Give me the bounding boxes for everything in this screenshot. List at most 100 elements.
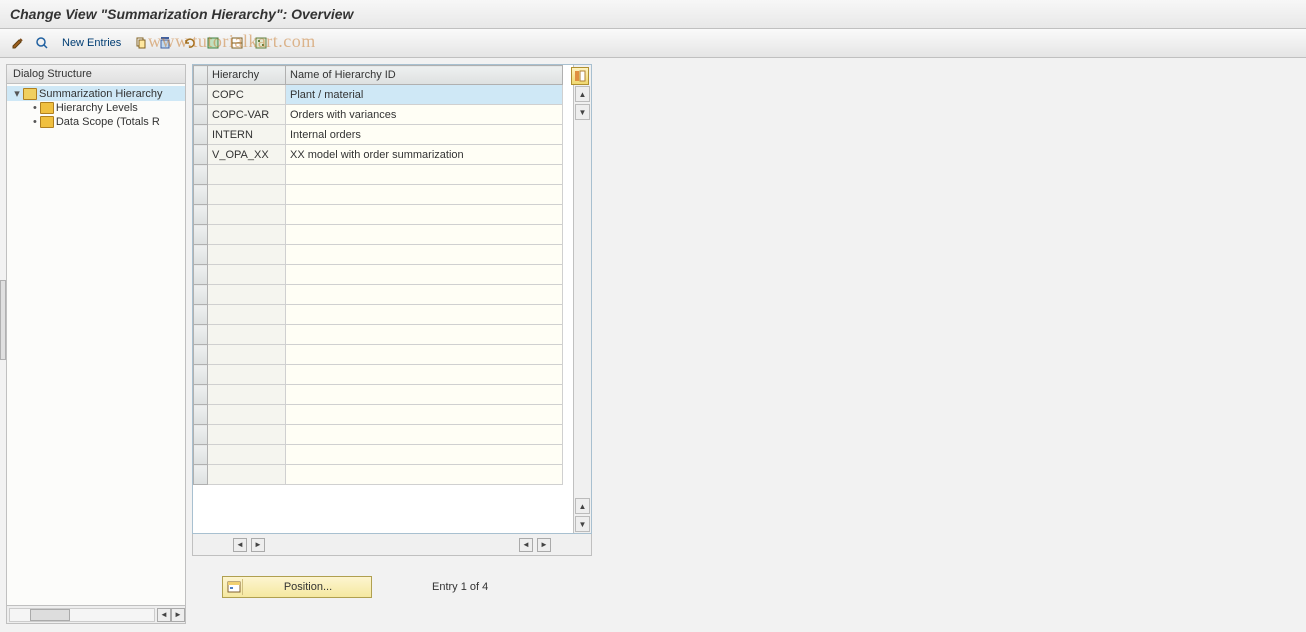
table-row[interactable] xyxy=(194,325,563,345)
table-row[interactable] xyxy=(194,445,563,465)
row-selector[interactable] xyxy=(194,405,208,425)
scrollbar-thumb[interactable] xyxy=(30,609,70,621)
cell-hierarchy[interactable] xyxy=(208,465,286,485)
cell-hierarchy-name[interactable] xyxy=(286,285,563,305)
cell-hierarchy[interactable] xyxy=(208,305,286,325)
row-selector[interactable] xyxy=(194,305,208,325)
cell-hierarchy-name[interactable] xyxy=(286,445,563,465)
cell-hierarchy-name[interactable] xyxy=(286,245,563,265)
scroll-up-page-icon[interactable]: ▲ xyxy=(575,498,590,514)
cell-hierarchy-name[interactable] xyxy=(286,265,563,285)
position-button[interactable]: Position... xyxy=(222,576,372,598)
row-selector-header[interactable] xyxy=(194,66,208,85)
scrollbar-track[interactable] xyxy=(574,121,591,497)
table-row[interactable] xyxy=(194,345,563,365)
cell-hierarchy-name[interactable] xyxy=(286,305,563,325)
cell-hierarchy[interactable] xyxy=(208,185,286,205)
cell-hierarchy[interactable] xyxy=(208,245,286,265)
cell-hierarchy-name[interactable] xyxy=(286,465,563,485)
cell-hierarchy[interactable] xyxy=(208,365,286,385)
table-row[interactable]: V_OPA_XXXX model with order summarizatio… xyxy=(194,145,563,165)
tree-item-hierarchy-levels[interactable]: • Hierarchy Levels xyxy=(7,101,185,115)
cell-hierarchy-name[interactable] xyxy=(286,205,563,225)
cell-hierarchy[interactable] xyxy=(208,225,286,245)
tree-item-summarization-hierarchy[interactable]: ▾ Summarization Hierarchy xyxy=(7,86,185,101)
table-row[interactable] xyxy=(194,365,563,385)
cell-hierarchy[interactable]: INTERN xyxy=(208,125,286,145)
cell-hierarchy[interactable]: V_OPA_XX xyxy=(208,145,286,165)
row-selector[interactable] xyxy=(194,245,208,265)
expand-collapse-icon[interactable]: ▾ xyxy=(11,87,23,100)
table-row[interactable] xyxy=(194,245,563,265)
cell-hierarchy[interactable] xyxy=(208,425,286,445)
cell-hierarchy-name[interactable] xyxy=(286,365,563,385)
scrollbar-track[interactable] xyxy=(9,608,155,622)
row-selector[interactable] xyxy=(194,165,208,185)
cell-hierarchy-name[interactable] xyxy=(286,405,563,425)
left-panel-horizontal-scrollbar[interactable]: ◄ ► xyxy=(7,605,185,623)
cell-hierarchy-name[interactable]: Internal orders xyxy=(286,125,563,145)
find-icon[interactable] xyxy=(32,33,52,53)
cell-hierarchy[interactable] xyxy=(208,345,286,365)
cell-hierarchy-name[interactable] xyxy=(286,225,563,245)
row-selector[interactable] xyxy=(194,465,208,485)
undo-icon[interactable] xyxy=(179,33,199,53)
row-selector[interactable] xyxy=(194,145,208,165)
tree-item-data-scope[interactable]: • Data Scope (Totals R xyxy=(7,115,185,129)
deselect-all-icon[interactable] xyxy=(227,33,247,53)
cell-hierarchy[interactable]: COPC-VAR xyxy=(208,105,286,125)
table-row[interactable] xyxy=(194,305,563,325)
cell-hierarchy[interactable] xyxy=(208,445,286,465)
column-header-hierarchy[interactable]: Hierarchy xyxy=(208,66,286,85)
scroll-down-icon[interactable]: ▼ xyxy=(575,104,590,120)
cell-hierarchy-name[interactable]: XX model with order summarization xyxy=(286,145,563,165)
table-row[interactable] xyxy=(194,385,563,405)
table-row[interactable] xyxy=(194,265,563,285)
scroll-up-icon[interactable]: ▲ xyxy=(575,86,590,102)
cell-hierarchy-name[interactable] xyxy=(286,325,563,345)
scroll-left-icon[interactable]: ◄ xyxy=(157,608,171,622)
copy-icon[interactable] xyxy=(131,33,151,53)
cell-hierarchy-name[interactable] xyxy=(286,185,563,205)
row-selector[interactable] xyxy=(194,345,208,365)
configure-icon[interactable] xyxy=(251,33,271,53)
table-row[interactable] xyxy=(194,225,563,245)
table-row[interactable] xyxy=(194,405,563,425)
scroll-left-icon[interactable]: ◄ xyxy=(519,538,533,552)
table-row[interactable]: COPCPlant / material xyxy=(194,85,563,105)
row-selector[interactable] xyxy=(194,425,208,445)
scroll-right-icon[interactable]: ► xyxy=(171,608,185,622)
scroll-right-icon[interactable]: ► xyxy=(251,538,265,552)
table-row[interactable] xyxy=(194,185,563,205)
cell-hierarchy[interactable] xyxy=(208,385,286,405)
row-selector[interactable] xyxy=(194,205,208,225)
grid-vertical-scrollbar[interactable]: ▲ ▼ ▲ ▼ xyxy=(573,65,591,533)
cell-hierarchy-name[interactable] xyxy=(286,345,563,365)
row-selector[interactable] xyxy=(194,285,208,305)
row-selector[interactable] xyxy=(194,445,208,465)
cell-hierarchy-name[interactable] xyxy=(286,165,563,185)
table-settings-icon[interactable] xyxy=(571,67,589,85)
row-selector[interactable] xyxy=(194,185,208,205)
row-selector[interactable] xyxy=(194,225,208,245)
row-selector[interactable] xyxy=(194,385,208,405)
table-row[interactable] xyxy=(194,465,563,485)
scroll-right-icon[interactable]: ► xyxy=(537,538,551,552)
row-selector[interactable] xyxy=(194,265,208,285)
scroll-down-page-icon[interactable]: ▼ xyxy=(575,516,590,532)
splitter-handle[interactable] xyxy=(0,280,6,360)
cell-hierarchy[interactable] xyxy=(208,265,286,285)
cell-hierarchy-name[interactable]: Orders with variances xyxy=(286,105,563,125)
cell-hierarchy[interactable] xyxy=(208,405,286,425)
grid-horizontal-scrollbar[interactable]: ◄ ► ◄ ► xyxy=(192,534,592,556)
table-row[interactable] xyxy=(194,425,563,445)
table-row[interactable] xyxy=(194,285,563,305)
toggle-display-change-icon[interactable] xyxy=(8,33,28,53)
table-row[interactable]: COPC-VAROrders with variances xyxy=(194,105,563,125)
column-header-name[interactable]: Name of Hierarchy ID xyxy=(286,66,563,85)
row-selector[interactable] xyxy=(194,365,208,385)
cell-hierarchy[interactable]: COPC xyxy=(208,85,286,105)
cell-hierarchy[interactable] xyxy=(208,285,286,305)
row-selector[interactable] xyxy=(194,325,208,345)
cell-hierarchy-name[interactable] xyxy=(286,385,563,405)
